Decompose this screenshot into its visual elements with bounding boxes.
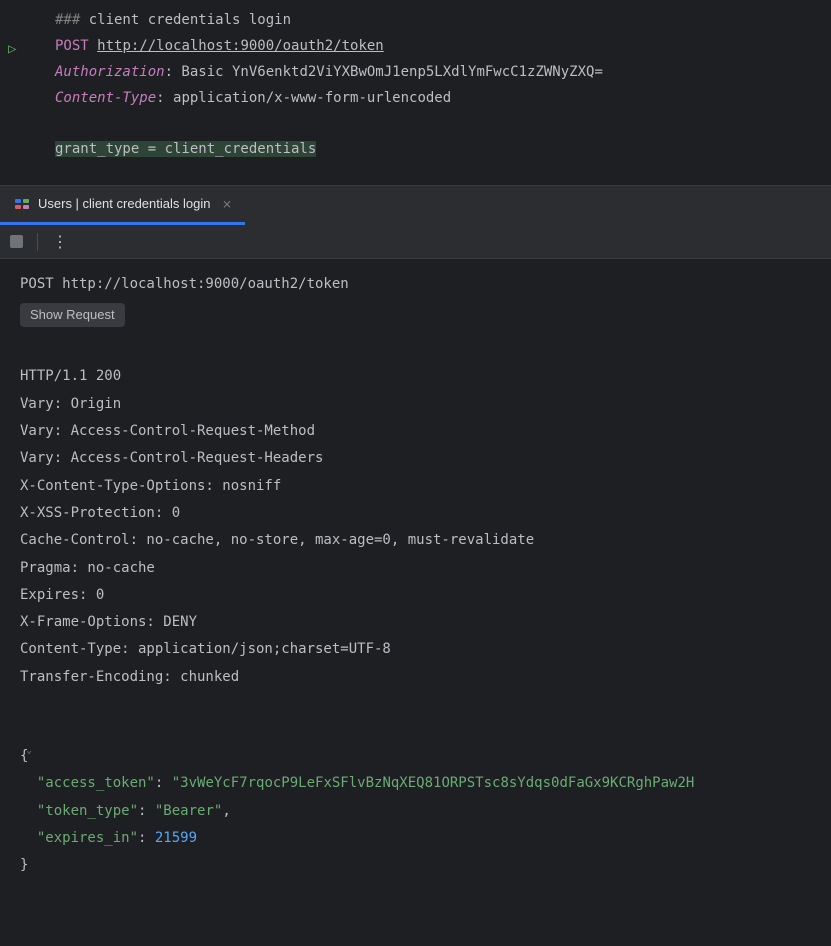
comment-text: client credentials login (89, 12, 291, 28)
json-line: "expires_in": 21599 (20, 825, 831, 852)
header-content-type: Content-Type (55, 90, 156, 106)
stop-icon[interactable] (10, 235, 23, 248)
http-client-icon (14, 196, 30, 212)
header-authorization: Authorization (55, 64, 165, 80)
response-header: Transfer-Encoding: chunked (20, 664, 831, 691)
response-header: X-Content-Type-Options: nosniff (20, 473, 831, 500)
comment-marker: ### (55, 12, 89, 28)
response-header: Vary: Access-Control-Request-Method (20, 418, 831, 445)
fold-icon[interactable]: ⌄ (26, 391, 32, 407)
response-tab-bar: Users | client credentials login × (0, 185, 831, 225)
header-value: : application/x-www-form-urlencoded (156, 90, 451, 106)
show-request-button[interactable]: Show Request (20, 303, 125, 328)
json-open-brace: { (20, 743, 831, 770)
response-header: Cache-Control: no-cache, no-store, max-a… (20, 527, 831, 554)
editor-gutter: ▷ (0, 8, 55, 163)
http-request-editor: ▷ ### client credentials login POST http… (0, 0, 831, 185)
request-url[interactable]: http://localhost:9000/oauth2/token (97, 38, 384, 54)
response-header: X-XSS-Protection: 0 (20, 500, 831, 527)
json-line: "access_token": "3vWeYcF7rqocP9LeFxSFlvB… (20, 770, 831, 797)
http-method: POST (55, 38, 89, 54)
tab-title: Users | client credentials login (38, 194, 210, 215)
json-close-brace: } (20, 852, 831, 879)
header-value: : Basic YnV6enktd2ViYXBwOmJ1enp5LXdlYmFw… (165, 64, 603, 80)
response-header: Content-Type: application/json;charset=U… (20, 636, 831, 663)
tab-active[interactable]: Users | client credentials login × (0, 186, 245, 225)
request-body: grant_type = client_credentials (55, 141, 316, 157)
response-header: Expires: 0 (20, 582, 831, 609)
run-request-icon[interactable]: ▷ (8, 38, 55, 60)
toolbar-divider (37, 233, 38, 251)
response-request-line: POST http://localhost:9000/oauth2/token (20, 271, 831, 298)
response-header: Vary: Access-Control-Request-Headers (20, 445, 831, 472)
response-toolbar: ⋮ (0, 225, 831, 259)
more-actions-icon[interactable]: ⋮ (52, 229, 68, 255)
response-header: Vary: Origin (20, 391, 831, 418)
json-line: "token_type": "Bearer", (20, 798, 831, 825)
response-viewer: POST http://localhost:9000/oauth2/token … (0, 259, 831, 891)
editor-content[interactable]: ### client credentials login POST http:/… (55, 8, 831, 163)
response-header: X-Frame-Options: DENY (20, 609, 831, 636)
fold-icon[interactable]: ⌄ (26, 743, 32, 759)
response-header: Pragma: no-cache (20, 555, 831, 582)
close-icon[interactable]: × (222, 192, 231, 216)
response-status: HTTP/1.1 200 (20, 363, 831, 390)
